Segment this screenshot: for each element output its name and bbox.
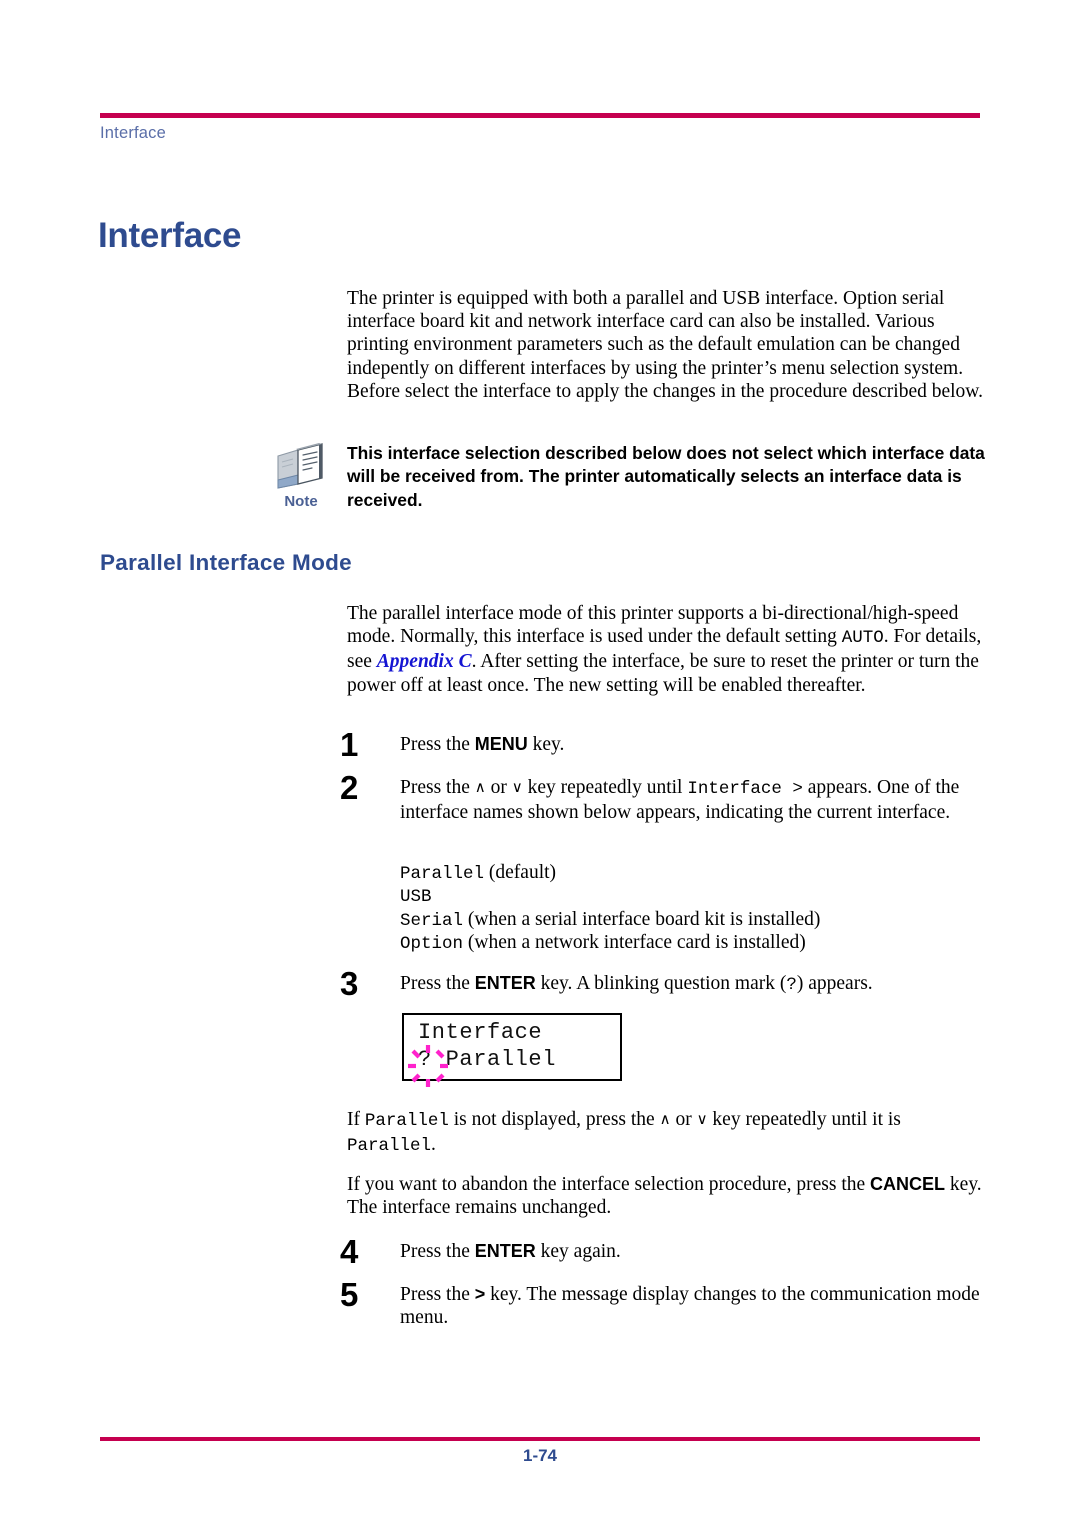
footer-rule	[100, 1437, 980, 1441]
lcd-message-display: Interface ? Parallel	[402, 1013, 622, 1087]
down-arrow-icon: ∨	[696, 1110, 708, 1128]
question-mark-glyph: ?	[786, 975, 797, 995]
breadcrumb: Interface	[100, 124, 167, 142]
enter-key-label: ENTER	[474, 1241, 536, 1261]
lcd-line-2: ? Parallel	[418, 1047, 557, 1072]
step-2-number: 2	[340, 769, 359, 806]
parallel-value-1: Parallel	[364, 1111, 449, 1131]
interface-desc: (when a serial interface board kit is in…	[467, 908, 821, 930]
step-4-number: 4	[340, 1233, 359, 1270]
parallel-value-2: Parallel	[347, 1136, 432, 1157]
note-label: Note	[284, 493, 318, 510]
interface-desc: (when a network interface card is instal…	[467, 932, 806, 954]
p2-part1: If you want to abandon the interface sel…	[347, 1174, 871, 1195]
note-document-icon	[277, 443, 323, 489]
page-number: 1-74	[522, 1446, 558, 1465]
right-arrow-key-label: >	[474, 1284, 486, 1304]
step-1-text: Press the MENU key.	[400, 733, 988, 756]
step-4: 4 Press the ENTER key again.	[340, 1235, 988, 1268]
step-4-part2: key again.	[535, 1241, 621, 1262]
step-1-number: 1	[340, 726, 359, 763]
step-3: 3 Press the ENTER key. A blinking questi…	[340, 967, 988, 1000]
step-2-text: Press the ∧ or ∨ key repeatedly until In…	[400, 776, 988, 824]
p1-part1: If	[347, 1109, 365, 1130]
step-5-text: Press the > key. The message display cha…	[400, 1283, 988, 1329]
parallel-mode-paragraph: The parallel interface mode of this prin…	[347, 602, 984, 697]
step-3-number: 3	[340, 965, 359, 1002]
step-5-number: 5	[340, 1276, 359, 1313]
section-heading: Parallel Interface Mode	[100, 550, 352, 575]
step-2-or: or	[485, 777, 512, 798]
list-item: Parallel (default)	[400, 862, 820, 885]
step-2: 2 Press the ∧ or ∨ key repeatedly until …	[340, 771, 988, 824]
interface-name: Option	[400, 934, 464, 955]
step-3-part2: key. A blinking question mark (	[535, 973, 787, 994]
document-page: Interface Interface The printer is equip…	[0, 0, 1080, 1528]
list-item: USB	[400, 885, 820, 908]
step-3-part1: Press the	[400, 973, 475, 994]
p1-period: .	[431, 1134, 436, 1156]
note-callout-icon-group: Note	[265, 440, 337, 510]
p1-part3: key repeatedly until it is	[707, 1109, 901, 1130]
auto-setting-value: AUTO	[841, 628, 884, 649]
interface-name: Parallel	[400, 864, 485, 884]
interface-desc: (default)	[488, 862, 557, 883]
cancel-paragraph: If you want to abandon the interface sel…	[347, 1173, 984, 1219]
step-1-part2: key.	[527, 734, 565, 755]
parallel-not-displayed-paragraph: If Parallel is not displayed, press the …	[347, 1108, 984, 1158]
enter-key-label: ENTER	[474, 973, 536, 993]
menu-key-label: MENU	[474, 734, 528, 754]
up-arrow-icon: ∧	[659, 1110, 671, 1128]
note-text: This interface selection described below…	[347, 443, 985, 510]
up-arrow-icon: ∧	[474, 778, 486, 796]
step-1-part1: Press the	[400, 734, 475, 755]
lcd-line-1: Interface	[418, 1020, 543, 1045]
interface-name: USB	[400, 887, 432, 908]
page-title: Interface	[98, 216, 242, 255]
down-arrow-icon: ∨	[511, 778, 523, 796]
interface-name: Serial	[400, 910, 464, 931]
step-5-part1: Press the	[400, 1284, 475, 1305]
list-item: Option (when a network interface card is…	[400, 932, 820, 955]
step-2-part1: Press the	[400, 777, 475, 798]
cancel-key-label: CANCEL	[870, 1174, 946, 1194]
header-rule	[100, 113, 980, 118]
appendix-c-link[interactable]: Appendix C	[377, 651, 472, 672]
intro-paragraph: The printer is equipped with both a para…	[347, 288, 983, 402]
p1-part2: is not displayed, press the	[448, 1109, 660, 1130]
step-4-text: Press the ENTER key again.	[400, 1240, 988, 1263]
step-2-part2: key repeatedly until	[522, 777, 688, 798]
interface-name-list: Parallel (default) USB Serial (when a se…	[400, 862, 820, 956]
p1-or: or	[670, 1109, 697, 1130]
interface-menu-value: Interface >	[687, 779, 803, 799]
step-3-part3: ) appears.	[796, 973, 873, 994]
step-5-part2: key. The message display changes to the …	[400, 1284, 980, 1329]
list-item: Serial (when a serial interface board ki…	[400, 909, 820, 932]
step-1: 1 Press the MENU key.	[340, 728, 988, 761]
step-5: 5 Press the > key. The message display c…	[340, 1278, 988, 1329]
step-3-text: Press the ENTER key. A blinking question…	[400, 972, 988, 997]
step-4-part1: Press the	[400, 1241, 475, 1262]
